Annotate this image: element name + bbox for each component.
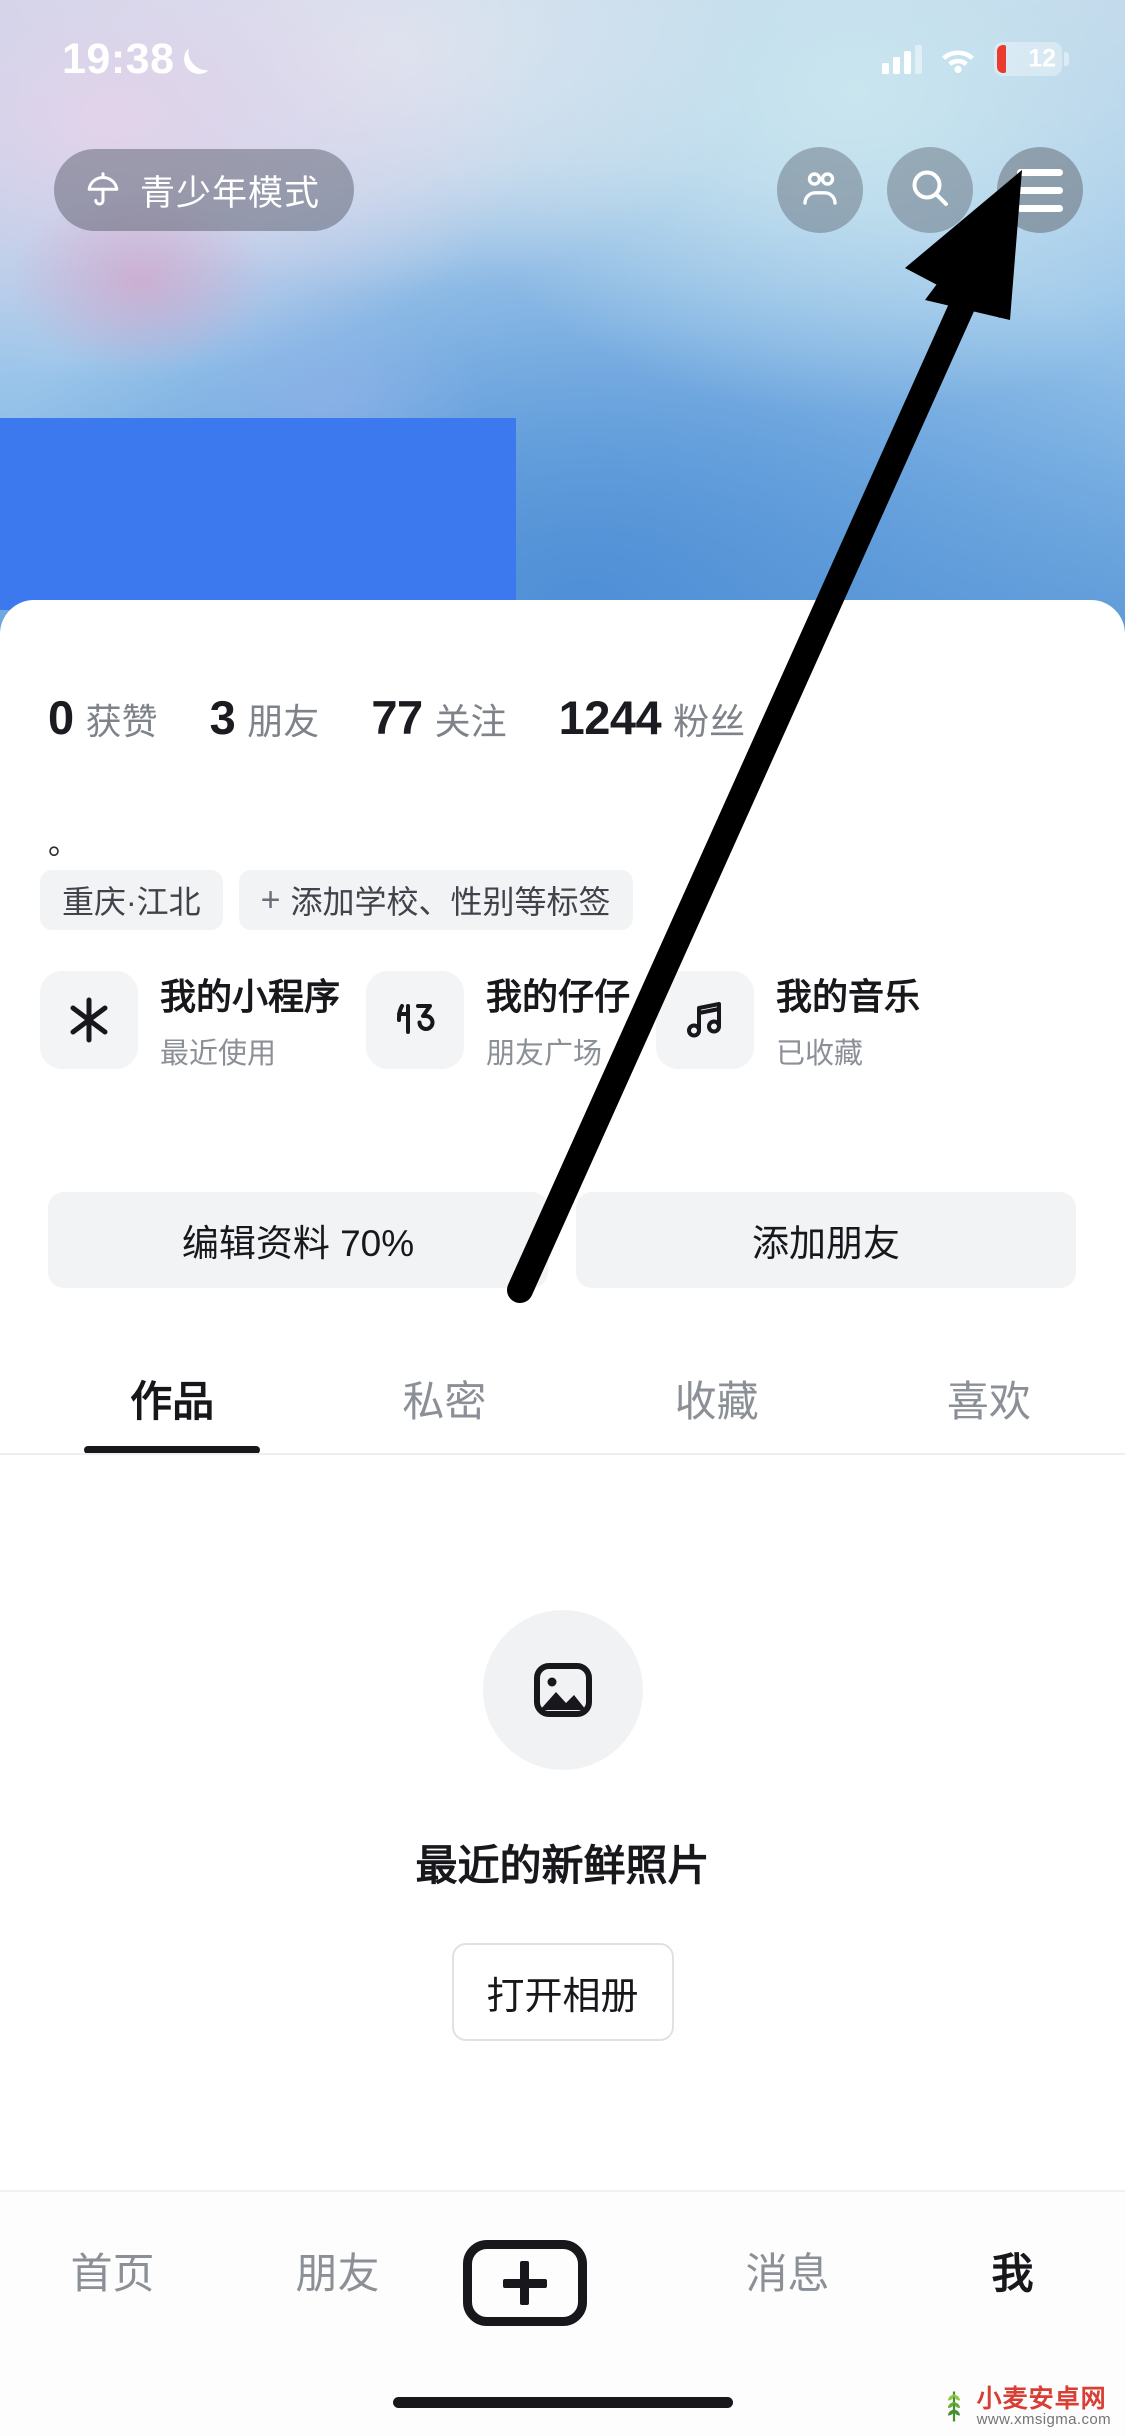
image-placeholder-icon [482,1610,643,1770]
content-tabs: 作品 私密 收藏 喜欢 [0,1342,1125,1454]
stat-value: 3 [209,691,236,744]
stat-followers[interactable]: 1244 粉丝 [559,690,746,745]
tab-private[interactable]: 私密 [308,1342,580,1454]
tag-label: 添加学校、性别等标签 [290,884,611,920]
open-album-button[interactable]: 打开相册 [451,1943,674,2041]
tab-favorites[interactable]: 收藏 [581,1342,853,1454]
header-action-row: 青少年模式 [0,140,1125,240]
crescent-moon-icon [184,44,214,74]
wheat-icon [939,2387,969,2428]
nav-item-messages[interactable]: 消息 [688,2240,888,2301]
tab-likes[interactable]: 喜欢 [853,1342,1125,1454]
friends-button[interactable] [777,147,863,233]
stat-following[interactable]: 77 关注 [371,690,506,745]
stat-likes[interactable]: 0 获赞 [48,690,158,745]
music-note-icon [656,971,755,1069]
umbrella-icon [82,169,124,211]
stat-label: 关注 [434,701,507,742]
status-bar-right: 12 [882,42,1069,76]
tab-works[interactable]: 作品 [36,1342,308,1454]
home-indicator[interactable] [392,2397,733,2408]
stat-label: 粉丝 [673,701,746,742]
cellular-signal-icon [882,44,922,74]
mini-app-title: 我的小程序 [160,976,341,1017]
tag-location[interactable]: 重庆·江北 [40,870,223,930]
profile-sheet: 0 获赞 3 朋友 77 关注 1244 粉丝 。 重庆·江北 + 添加学校、性… [0,600,1125,2436]
battery-indicator: 12 [994,42,1069,76]
tag-label: 重庆·江北 [62,884,201,920]
mini-app-text: 我的音乐 已收藏 [776,968,920,1072]
teen-mode-label: 青少年模式 [140,173,321,213]
profile-bio[interactable]: 。 [48,828,79,859]
plus-icon [462,2240,587,2326]
mini-app-title: 我的仔仔 [486,976,631,1017]
stat-label: 朋友 [247,701,320,742]
tag-add-more[interactable]: + 添加学校、性别等标签 [238,870,633,930]
header-icon-group [777,147,1083,233]
mini-app-subtitle: 已收藏 [776,1038,864,1070]
snowflake-icon [40,971,138,1069]
mini-app-card-programs[interactable]: 我的小程序 最近使用 [40,968,340,1072]
stat-value: 0 [48,691,74,744]
mini-app-row: 我的小程序 最近使用 我的仔仔 朋友广场 我的音乐 已收藏 [40,968,920,1072]
status-bar: 19:38 12 [0,0,1125,96]
edit-profile-button[interactable]: 编辑资料 70% [48,1192,548,1288]
nav-item-me[interactable]: 我 [913,2240,1113,2301]
status-bar-left: 19:38 [62,35,214,84]
empty-state: 最近的新鲜照片 打开相册 [0,1610,1125,2041]
search-icon [906,164,954,217]
plus-icon: + [260,881,281,919]
mini-app-subtitle: 朋友广场 [486,1038,603,1070]
mini-app-subtitle: 最近使用 [160,1038,277,1070]
mini-app-text: 我的仔仔 朋友广场 [486,968,630,1072]
status-time: 19:38 [62,34,175,83]
hamburger-menu-icon [1017,168,1063,212]
profile-banner-block [0,418,516,610]
profile-tags: 重庆·江北 + 添加学校、性别等标签 [40,870,633,930]
profile-action-row: 编辑资料 70% 添加朋友 [48,1192,1076,1288]
mini-app-card-zaizai[interactable]: 我的仔仔 朋友广场 [366,968,630,1072]
nav-item-home[interactable]: 首页 [13,2240,213,2301]
menu-button[interactable] [997,147,1083,233]
mini-app-card-music[interactable]: 我的音乐 已收藏 [656,968,920,1072]
phone-screen: 19:38 12 青少年模式 0 获赞 3 朋友 77 关注 1244 粉丝 。… [0,0,1125,2436]
search-button[interactable] [887,147,973,233]
watermark-url: www.xmsigma.com [976,2411,1111,2429]
nav-item-friends[interactable]: 朋友 [238,2240,438,2301]
stat-value: 77 [371,691,423,744]
wifi-icon [939,44,977,74]
teen-mode-button[interactable]: 青少年模式 [54,149,355,231]
tabs-divider [0,1453,1125,1455]
battery-level-label: 12 [1028,44,1056,73]
site-watermark: 小麦安卓网 www.xmsigma.com [939,2386,1111,2428]
watermark-text: 小麦安卓网 www.xmsigma.com [977,2386,1111,2428]
watermark-title: 小麦安卓网 [976,2385,1107,2413]
mini-app-title: 我的音乐 [776,976,921,1017]
two-people-icon [796,164,844,217]
stat-friends[interactable]: 3 朋友 [210,690,320,745]
stat-value: 1244 [558,691,662,744]
profile-stats: 0 获赞 3 朋友 77 关注 1244 粉丝 [48,690,745,745]
stat-label: 获赞 [85,701,158,742]
mini-app-text: 我的小程序 最近使用 [160,968,340,1072]
add-friend-button[interactable]: 添加朋友 [576,1192,1076,1288]
nav-item-create[interactable] [462,2240,663,2326]
empty-state-text: 最近的新鲜照片 [415,1842,710,1889]
zai-character-icon [366,971,465,1069]
